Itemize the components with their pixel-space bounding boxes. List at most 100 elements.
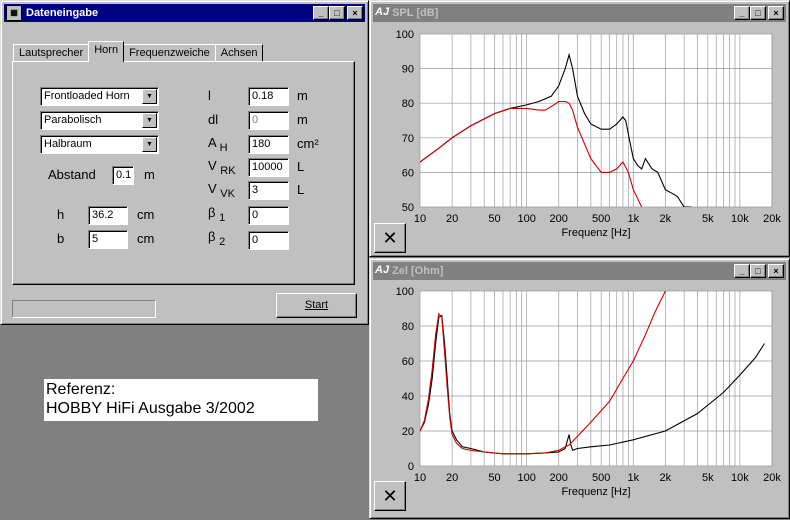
beta2-field[interactable]: 0 (248, 231, 289, 250)
plot-background (420, 291, 772, 466)
x-tick-label: 2k (660, 213, 672, 225)
x-tick-label: 1k (627, 213, 639, 225)
x-tick-label: 50 (488, 472, 500, 484)
vrk-field[interactable]: 10000 (248, 158, 289, 177)
tab-frequenzweiche[interactable]: Frequenzweiche (123, 44, 216, 62)
ah-label: A H (208, 135, 228, 154)
zel-window: AJ Zel [Ohm] _ □ × ✕ 100 80 60 40 20 0 10 20 50 1… (369, 258, 790, 519)
x-tick-label: 10k (731, 472, 749, 484)
vvk-main: V (208, 181, 217, 196)
x-axis-label: Frequenz [Hz] (561, 227, 630, 239)
beta2-main: β (208, 229, 216, 244)
x-tick-label: 500 (592, 472, 610, 484)
horn-shape-select[interactable]: Parabolisch ▼ (40, 111, 159, 130)
x-tick-label: 1k (627, 472, 639, 484)
y-tick-label: 80 (402, 98, 414, 110)
y-tick-label: 60 (402, 167, 414, 179)
vvk-unit: L (297, 182, 305, 197)
close-button[interactable]: × (347, 6, 363, 20)
x-tick-label: 2k (660, 472, 672, 484)
dl-field[interactable]: 0 (248, 111, 289, 130)
tab-achsen[interactable]: Achsen (214, 44, 264, 62)
b-unit: cm (137, 231, 155, 246)
dl-unit: m (297, 112, 308, 127)
radiation-space-value: Halbraum (44, 138, 92, 150)
horn-type-value: Frontloaded Horn (44, 90, 130, 102)
tab-bar: Lautsprecher Horn Frequenzweiche Achsen (13, 41, 264, 62)
abstand-unit: m (144, 167, 155, 182)
y-tick-label: 60 (402, 356, 414, 368)
h-field[interactable]: 36.2 (88, 206, 128, 225)
reference-note: Referenz: HOBBY HiFi Ausgabe 3/2002 (44, 379, 318, 421)
x-tick-label: 5k (702, 472, 714, 484)
dialog-titlebar[interactable]: ▦ Dateneingabe _ □ × (4, 4, 365, 22)
x-tick-label: 20k (763, 213, 781, 225)
tab-lautsprecher[interactable]: Lautsprecher (13, 44, 90, 62)
ah-main: A (208, 135, 216, 150)
y-tick-label: 100 (396, 286, 414, 298)
x-tick-label: 10 (414, 213, 426, 225)
l-field[interactable]: 0.18 (248, 87, 289, 106)
beta1-field[interactable]: 0 (248, 206, 289, 225)
progress-bar (12, 300, 156, 318)
x-tick-label: 200 (550, 472, 568, 484)
chevron-down-icon[interactable]: ▼ (142, 137, 157, 152)
start-button[interactable]: Start (276, 293, 357, 318)
y-tick-label: 40 (402, 391, 414, 403)
b-label: b (57, 231, 65, 246)
dl-label: dl (208, 112, 219, 127)
tab-horn[interactable]: Horn (88, 41, 125, 62)
y-tick-label: 90 (402, 64, 414, 76)
beta2-sub: 2 (219, 236, 226, 248)
reference-line2: HOBBY HiFi Ausgabe 3/2002 (46, 400, 255, 417)
y-tick-label: 100 (396, 29, 414, 41)
abstand-field[interactable]: 0.1 (112, 166, 134, 185)
beta1-main: β (208, 205, 216, 220)
start-label: Start (304, 299, 329, 311)
y-tick-label: 70 (402, 133, 414, 145)
horn-panel: Frontloaded Horn ▼ Parabolisch ▼ Halbraum ▼… (12, 61, 355, 285)
chevron-down-icon[interactable]: ▼ (142, 113, 157, 128)
x-tick-label: 50 (488, 213, 500, 225)
app-icon: ▦ (6, 5, 22, 21)
beta2-label: β 2 (208, 229, 225, 248)
b-field[interactable]: 5 (88, 230, 128, 249)
plot-background (420, 34, 772, 207)
h-label: h (57, 207, 65, 222)
horn-shape-value: Parabolisch (44, 114, 102, 126)
vvk-field[interactable]: 3 (248, 181, 289, 200)
vrk-unit: L (297, 159, 305, 174)
ah-field[interactable]: 180 (248, 135, 289, 154)
horn-type-select[interactable]: Frontloaded Horn ▼ (40, 87, 159, 106)
reference-line1: Referenz: (46, 381, 116, 398)
dialog-title: Dateneingabe (26, 7, 99, 19)
h-unit: cm (137, 207, 155, 222)
x-tick-label: 10 (414, 472, 426, 484)
abstand-label: Abstand (48, 167, 96, 182)
x-tick-label: 20 (446, 213, 458, 225)
ah-unit: cm² (297, 136, 319, 151)
minimize-button[interactable]: _ (313, 6, 329, 20)
zel-chart: 10080604020010 20 50 100 200 500 1k 2k 5k 10k 20kF… (396, 286, 782, 498)
x-tick-label: 20 (446, 472, 458, 484)
x-tick-label: 100 (517, 472, 535, 484)
l-unit: m (297, 88, 308, 103)
y-tick-label: 50 (402, 202, 414, 214)
beta1-label: β 1 (208, 205, 225, 224)
x-tick-label: 20k (763, 472, 781, 484)
x-tick-label: 500 (592, 213, 610, 225)
vvk-sub: VK (220, 188, 235, 200)
maximize-button[interactable]: □ (329, 6, 345, 20)
l-label: l (208, 88, 211, 103)
chevron-down-icon[interactable]: ▼ (142, 89, 157, 104)
spl-chart: 100908070605010 20 50 100 200 500 1k 2k 5k 10k 20k… (396, 29, 782, 239)
dateneingabe-window: ▦ Dateneingabe _ □ × Lautsprecher Horn F… (0, 0, 369, 325)
y-tick-label: 20 (402, 426, 414, 438)
x-tick-label: 5k (702, 213, 714, 225)
vrk-sub: RK (220, 165, 236, 177)
radiation-space-select[interactable]: Halbraum ▼ (40, 135, 159, 154)
vvk-label: V VK (208, 181, 235, 200)
x-tick-label: 100 (517, 213, 535, 225)
ah-sub: H (219, 142, 228, 154)
x-tick-label: 200 (550, 213, 568, 225)
